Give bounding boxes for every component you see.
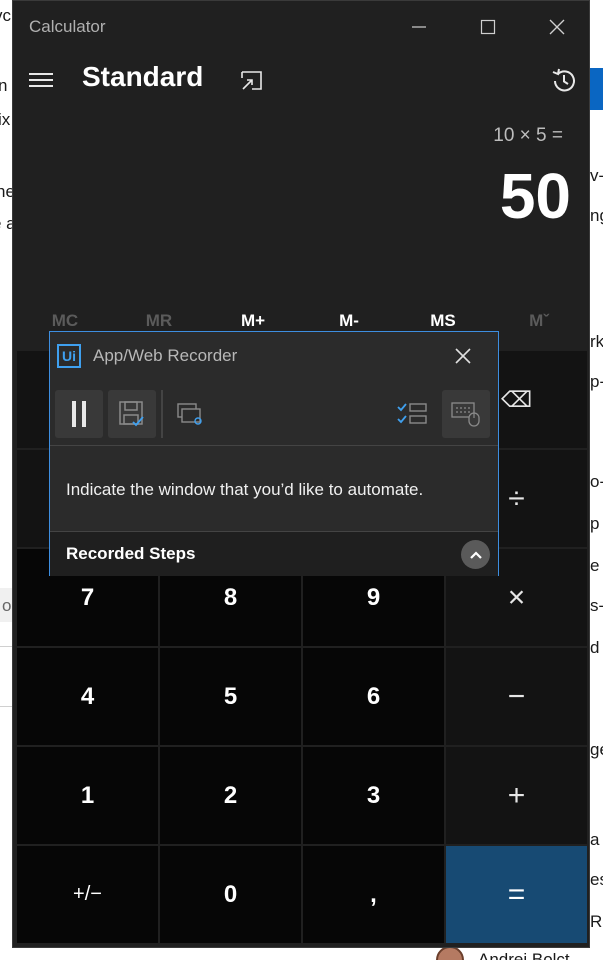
decimal-key[interactable]: ,: [303, 846, 444, 943]
six-key[interactable]: 6: [303, 648, 444, 745]
keyboard-mouse-icon: [451, 402, 480, 427]
recorder-dialog: Ui App/Web Recorder Indicate the window …: [49, 331, 499, 576]
recorder-close-button[interactable]: [448, 341, 478, 371]
bg-text: o: [2, 596, 12, 615]
bg-text: vc: [0, 6, 11, 25]
result-display: 50: [499, 160, 571, 232]
zero-key[interactable]: 0: [160, 846, 301, 943]
recorder-header[interactable]: Ui App/Web Recorder: [50, 332, 498, 380]
bg-text: a: [590, 830, 600, 849]
window-select-button[interactable]: [166, 390, 214, 438]
bg-text: e: [590, 556, 600, 575]
recorder-title: App/Web Recorder: [93, 346, 238, 365]
window-select-icon: [177, 403, 202, 425]
recorder-instruction: Indicate the window that you’d like to a…: [66, 480, 424, 499]
bg-divider: [0, 706, 12, 707]
expand-steps-button[interactable]: [461, 540, 490, 569]
recorded-steps-label: Recorded Steps: [66, 544, 196, 563]
history-icon[interactable]: [550, 67, 578, 95]
pause-button[interactable]: [55, 390, 103, 438]
checklist-icon: [397, 403, 427, 424]
close-icon: [455, 348, 471, 364]
bg-text: n: [0, 76, 8, 95]
minimize-icon: [412, 26, 426, 28]
bg-text: d: [590, 638, 600, 657]
memory-add-button[interactable]: M+: [223, 311, 283, 331]
hamburger-menu-icon[interactable]: [29, 67, 55, 93]
one-key[interactable]: 1: [17, 747, 158, 844]
memory-store-button[interactable]: MS: [413, 311, 473, 331]
chevron-up-icon: [469, 550, 482, 559]
maximize-button[interactable]: [468, 11, 508, 43]
uipath-logo: Ui: [57, 344, 81, 368]
bg-text: o-: [590, 472, 603, 491]
bg-divider: [0, 646, 12, 647]
bg-text: Ro: [590, 912, 603, 931]
memory-subtract-button[interactable]: M-: [319, 311, 379, 331]
add-key[interactable]: +: [446, 747, 587, 844]
keyboard-mouse-button[interactable]: [442, 390, 490, 438]
pause-icon: [72, 401, 86, 427]
two-key[interactable]: 2: [160, 747, 301, 844]
bg-text: ix: [0, 110, 11, 129]
bg-text: v-: [590, 166, 603, 185]
recorder-toolbar: [50, 380, 498, 446]
bg-text: p-: [590, 372, 603, 391]
four-key[interactable]: 4: [17, 648, 158, 745]
maximize-icon: [480, 19, 496, 35]
save-button[interactable]: [108, 390, 156, 438]
three-key[interactable]: 3: [303, 747, 444, 844]
recorded-steps-bar[interactable]: Recorded Steps: [50, 531, 498, 576]
bg-text: es: [590, 870, 603, 889]
bg-user-name: Andrei Bolct: [478, 950, 570, 960]
close-button[interactable]: [537, 11, 577, 43]
checklist-button[interactable]: [388, 390, 436, 438]
memory-clear-button[interactable]: MC: [35, 311, 95, 331]
title-bar[interactable]: Calculator: [13, 1, 589, 51]
bg-text: ng: [590, 206, 603, 225]
memory-list-button[interactable]: Mˇ: [509, 311, 569, 331]
minimize-button[interactable]: [399, 11, 439, 43]
page-title: Standard: [82, 61, 204, 92]
bg-text: p: [590, 514, 600, 533]
save-icon: [119, 401, 144, 427]
bg-blue-button: [590, 68, 603, 110]
window-title: Calculator: [29, 17, 106, 36]
keep-on-top-icon[interactable]: [239, 69, 265, 93]
bg-text: ge: [590, 740, 603, 759]
equals-key[interactable]: =: [446, 846, 587, 943]
negate-key[interactable]: +/−: [17, 846, 158, 943]
five-key[interactable]: 5: [160, 648, 301, 745]
toolbar-divider: [161, 390, 163, 438]
expression-display: 10 × 5 =: [493, 125, 563, 146]
bg-text: rk: [590, 332, 603, 351]
memory-recall-button[interactable]: MR: [129, 311, 189, 331]
bg-text: s-: [590, 596, 603, 615]
close-icon: [549, 19, 565, 35]
subtract-key[interactable]: −: [446, 648, 587, 745]
